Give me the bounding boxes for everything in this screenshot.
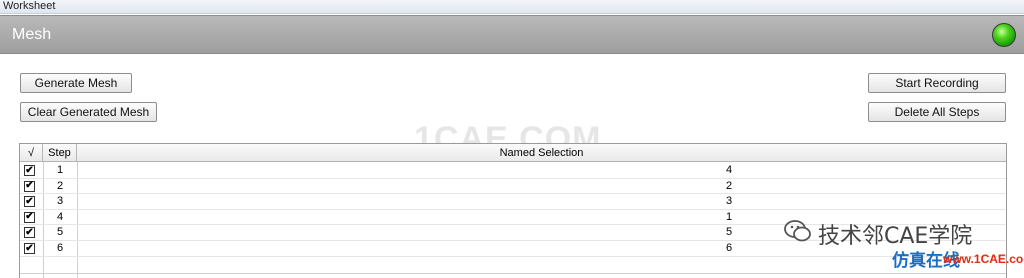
column-header-check[interactable]: √ xyxy=(20,144,43,162)
brand-url: www.1CAE.com xyxy=(943,252,1024,266)
table-row[interactable]: ✔ 1 4 xyxy=(20,163,1006,179)
column-header-named-selection[interactable]: Named Selection xyxy=(77,144,1006,162)
table-row[interactable]: ✔ 2 2 xyxy=(20,179,1006,195)
named-selection-value: 1 xyxy=(726,210,733,223)
step-checkbox[interactable]: ✔ xyxy=(24,227,35,239)
step-checkbox[interactable]: ✔ xyxy=(24,180,35,192)
status-light-icon xyxy=(992,23,1016,47)
generate-mesh-button[interactable]: Generate Mesh xyxy=(20,73,132,93)
page-title: Mesh xyxy=(12,26,52,43)
step-number: 4 xyxy=(57,210,64,223)
step-checkbox[interactable]: ✔ xyxy=(24,211,35,223)
wechat-icon xyxy=(784,220,811,242)
step-checkbox[interactable]: ✔ xyxy=(24,196,35,208)
row-divider xyxy=(20,273,1006,274)
column-header-step[interactable]: Step xyxy=(43,144,77,162)
start-recording-button[interactable]: Start Recording xyxy=(868,73,1006,93)
mesh-header: Mesh xyxy=(0,15,1024,54)
table-header: √ Step Named Selection xyxy=(20,144,1006,162)
named-selection-value: 3 xyxy=(726,195,733,208)
step-checkbox[interactable]: ✔ xyxy=(24,165,35,176)
delete-all-steps-button[interactable]: Delete All Steps xyxy=(868,102,1006,122)
named-selection-value: 6 xyxy=(726,242,733,254)
step-checkbox[interactable]: ✔ xyxy=(24,243,35,254)
step-number: 5 xyxy=(57,226,64,239)
named-selection-value: 5 xyxy=(726,226,733,239)
table-row[interactable]: ✔ 3 3 xyxy=(20,194,1006,210)
step-number: 1 xyxy=(57,164,64,176)
clear-generated-mesh-button[interactable]: Clear Generated Mesh xyxy=(20,102,157,122)
step-number: 3 xyxy=(57,195,64,208)
step-number: 2 xyxy=(57,179,64,192)
steps-table: √ Step Named Selection ✔ 1 4 ✔ 2 2 ✔ 3 3… xyxy=(19,143,1007,278)
window-title: Worksheet xyxy=(0,0,1024,14)
named-selection-value: 2 xyxy=(726,179,733,192)
step-number: 6 xyxy=(57,242,64,254)
named-selection-value: 4 xyxy=(726,164,733,176)
